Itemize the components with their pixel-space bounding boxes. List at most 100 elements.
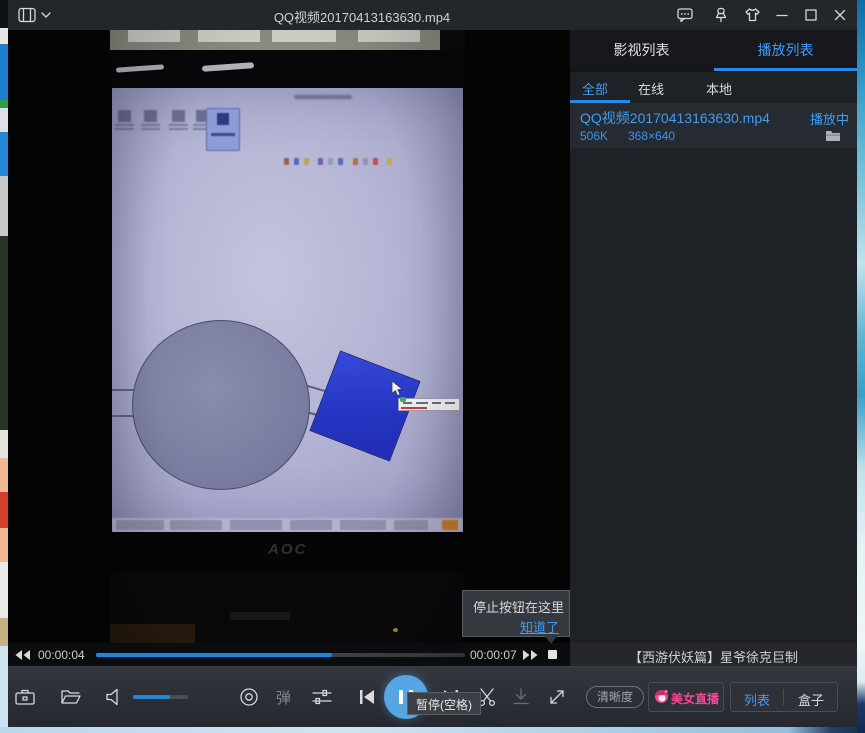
desktop-fragment — [0, 132, 8, 176]
desk-object — [110, 624, 195, 643]
skin-icon[interactable] — [744, 7, 760, 23]
snap-point-dot — [400, 397, 406, 402]
progress-track[interactable] — [96, 653, 465, 657]
desktop-fragment — [0, 618, 8, 646]
desktop-taskbar-strip — [0, 727, 857, 733]
live-show-button[interactable]: 美女直播 — [648, 682, 724, 712]
desk-area — [110, 572, 465, 643]
fast-forward-icon[interactable] — [522, 649, 539, 661]
screen-toolbar-icon — [114, 110, 136, 146]
stop-button[interactable] — [548, 650, 557, 659]
desktop-fragment — [0, 528, 8, 562]
live-girl-icon — [654, 689, 669, 704]
progress-row: 00:00:04 00:00:07 — [8, 643, 570, 666]
panel-tab-row: 影视列表 播放列表 — [570, 30, 857, 72]
subtab-local[interactable]: 本地 — [706, 79, 732, 98]
main-menu-chevron-icon[interactable] — [41, 12, 51, 18]
video-wall-background — [110, 30, 465, 52]
volume-fill — [133, 695, 170, 699]
tab-play-list-label: 播放列表 — [758, 42, 814, 58]
subtab-online[interactable]: 在线 — [638, 79, 664, 98]
progress-fill — [96, 653, 332, 657]
monitor-brand-label: AOC — [268, 541, 307, 558]
fullscreen-icon[interactable] — [546, 686, 568, 708]
screen-mini-toolbar — [284, 152, 397, 160]
stop-hint-text: 停止按钮在这里 — [473, 597, 564, 616]
screen-toolbar-selected-icon — [206, 108, 240, 151]
pause-tooltip: 暂停(空格) — [407, 692, 481, 715]
button-divider — [783, 689, 784, 705]
playlist-item-size: 506K — [580, 129, 608, 143]
desktop-fragment — [0, 108, 8, 132]
desktop-fragment — [0, 236, 8, 430]
screen: QQ视频20170413163630.mp4 — [0, 0, 865, 733]
pause-tooltip-text: 暂停(空格) — [416, 698, 472, 712]
desktop-fragment — [0, 458, 8, 492]
tooltip-arrow — [545, 636, 557, 644]
desktop-fragment — [0, 100, 8, 108]
panel-subtab-row: 全部 在线 本地 — [570, 71, 857, 103]
volume-icon[interactable] — [105, 686, 127, 708]
monitor-screen — [112, 88, 463, 532]
quality-button[interactable]: 清晰度 — [586, 686, 644, 708]
rewind-icon[interactable] — [14, 649, 31, 661]
tuner-sliders-icon[interactable] — [311, 686, 333, 708]
previous-icon[interactable] — [357, 686, 379, 708]
desk-light-dot — [393, 628, 398, 632]
recorded-cursor-icon — [391, 380, 404, 397]
screen-taskbar — [112, 518, 463, 532]
tab-movie-list[interactable]: 影视列表 — [570, 30, 713, 71]
playing-status-badge: 播放中 — [810, 109, 849, 128]
desktop-fragment — [0, 562, 8, 618]
minimize-button[interactable] — [774, 7, 790, 23]
time-current: 00:00:04 — [38, 648, 85, 662]
danmu-eye-icon[interactable] — [238, 686, 260, 708]
live-show-label: 美女直播 — [671, 690, 719, 707]
titlebar: QQ视频20170413163630.mp4 — [8, 0, 857, 30]
desktop-fragment — [0, 44, 8, 100]
danmu-toggle[interactable]: 弹 — [276, 687, 291, 708]
list-button[interactable]: 列表 — [731, 690, 783, 709]
video-surface[interactable]: AOC — [110, 30, 465, 643]
box-button[interactable]: 盒子 — [785, 690, 837, 709]
desktop-fragment — [0, 0, 8, 28]
toolbox-icon[interactable] — [14, 686, 36, 708]
desktop-fragment — [0, 492, 8, 528]
feedback-icon[interactable] — [677, 7, 693, 23]
desktop-fragment — [0, 176, 8, 236]
monitor-top-bezel — [110, 50, 465, 88]
close-button[interactable] — [832, 7, 848, 23]
open-file-icon[interactable] — [60, 686, 82, 708]
window-title: QQ视频20170413163630.mp4 — [274, 7, 450, 26]
open-containing-folder-icon[interactable] — [825, 130, 841, 142]
desktop-fragment — [0, 430, 8, 458]
playlist-item-resolution: 368×640 — [628, 129, 675, 143]
time-total: 00:00:07 — [470, 648, 517, 662]
desktop-fragment — [0, 646, 8, 733]
stop-hint-got-it-link[interactable]: 知道了 — [520, 617, 559, 636]
desktop-fragment — [0, 28, 8, 44]
monitor-bottom-bezel: AOC — [110, 532, 465, 572]
desktop-edge-left — [0, 0, 8, 733]
pushpin-icon[interactable] — [713, 7, 729, 23]
screen-title-text-blur — [294, 95, 352, 99]
playlist-item-name[interactable]: QQ视频20170413163630.mp4 — [580, 108, 770, 128]
playlist-item[interactable]: QQ视频20170413163630.mp4 播放中 506K 368×640 — [570, 103, 857, 148]
player-logo-icon[interactable] — [18, 7, 36, 23]
volume-track[interactable] — [133, 695, 188, 699]
video-area[interactable]: AOC — [8, 30, 570, 643]
drawn-circle-shape — [132, 320, 310, 490]
stop-hint-tooltip: 停止按钮在这里 知道了 — [462, 590, 570, 637]
playlist-panel: 影视列表 播放列表 全部 在线 本地 — [570, 30, 857, 643]
promo-row: 【西游伏妖篇】星爷徐克巨制 — [570, 643, 857, 666]
desktop-edge-right — [857, 0, 865, 733]
tab-movie-list-label: 影视列表 — [614, 42, 670, 58]
promo-link[interactable]: 【西游伏妖篇】星爷徐克巨制 — [570, 647, 857, 666]
download-icon[interactable] — [510, 686, 532, 708]
player-window: QQ视频20170413163630.mp4 — [8, 0, 857, 727]
subtab-all[interactable]: 全部 — [582, 79, 608, 98]
tab-play-list[interactable]: 播放列表 — [714, 30, 857, 71]
desk-object — [230, 612, 290, 620]
maximize-button[interactable] — [803, 7, 819, 23]
screen-toolbar-icon — [140, 110, 162, 146]
